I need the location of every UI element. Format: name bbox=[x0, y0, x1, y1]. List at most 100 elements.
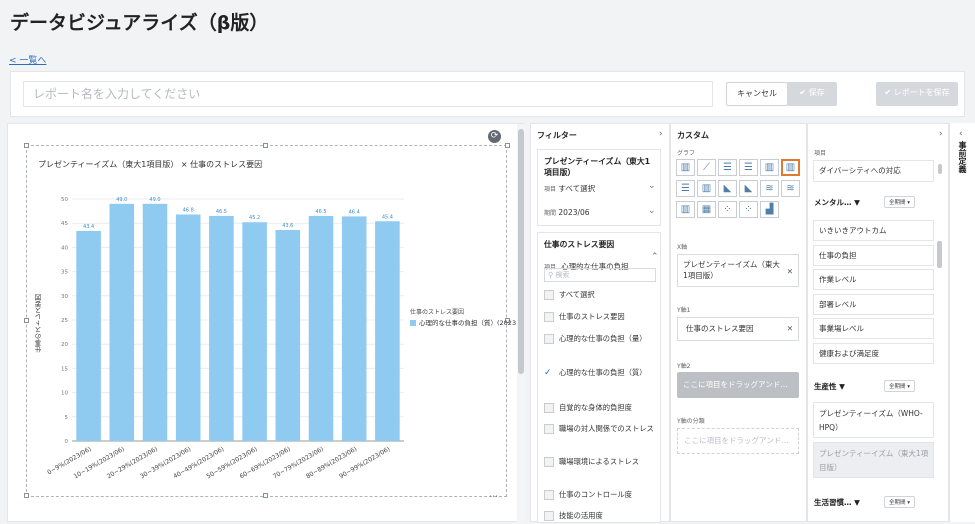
horizontal-bar-icon[interactable]: ☰ bbox=[718, 159, 737, 176]
heatmap-icon[interactable]: ▦ bbox=[697, 201, 716, 218]
group-label: 生活習慣… bbox=[814, 498, 852, 507]
item[interactable]: 仕事の負担 bbox=[813, 245, 934, 266]
filter-option[interactable]: 職場環境によるストレス bbox=[544, 456, 656, 468]
search-icon: ⚲ bbox=[548, 271, 554, 279]
save-button[interactable]: ✔ 保存 bbox=[787, 82, 837, 106]
group-mental-label[interactable]: メンタル… ▼ bbox=[814, 197, 860, 208]
item-selected[interactable]: プレゼンティーイズム（東大1項目版） bbox=[813, 442, 934, 478]
item[interactable]: 事業場レベル bbox=[813, 318, 934, 339]
close-icon[interactable]: ✕ bbox=[787, 318, 793, 340]
report-name-input[interactable]: レポート名を入力してください bbox=[23, 81, 713, 107]
period-select[interactable]: 全期間 ▾ bbox=[884, 496, 916, 508]
scroll-thumb[interactable] bbox=[938, 164, 942, 174]
y-tick-label: 15 bbox=[61, 366, 68, 372]
group-productivity-label[interactable]: 生産性 ▼ bbox=[814, 381, 845, 392]
stacked-column-icon[interactable]: ▥ bbox=[697, 180, 716, 197]
checkbox[interactable] bbox=[544, 424, 554, 434]
horizontal-bar-100-icon[interactable]: ☰ bbox=[676, 180, 695, 197]
item[interactable]: いきいきアウトカム bbox=[813, 220, 934, 241]
side-tab[interactable]: ‹ 事前定義 bbox=[949, 123, 975, 522]
chevron-up-icon[interactable]: ⌃ bbox=[651, 252, 659, 262]
combo-chart-icon[interactable]: ▟ bbox=[760, 201, 779, 218]
filter-option[interactable]: 心理的な仕事の負担（量） bbox=[544, 333, 656, 345]
custom-header: カスタム bbox=[677, 131, 709, 140]
filter-option[interactable]: ✓ 心理的な仕事の負担（質） bbox=[544, 367, 656, 379]
item[interactable]: 健康および満足度 bbox=[813, 343, 934, 364]
checkbox[interactable] bbox=[544, 334, 554, 344]
stacked-bar-icon[interactable]: ▥ bbox=[676, 159, 695, 176]
data-label: 43.4 bbox=[83, 224, 94, 230]
bar bbox=[242, 222, 267, 441]
y1-axis-field[interactable]: 仕事のストレス要因 ✕ bbox=[677, 317, 799, 341]
period-select[interactable]: 全期間 ▾ bbox=[884, 196, 916, 208]
check-icon[interactable]: ✓ bbox=[544, 367, 552, 379]
multi-bar-icon[interactable]: ▥ bbox=[676, 201, 695, 218]
filter-option[interactable]: 自覚的な身体的負担度 bbox=[544, 402, 656, 414]
area-chart-icon[interactable]: ◣ bbox=[718, 180, 737, 197]
stream-area-icon[interactable]: ≋ bbox=[781, 180, 800, 197]
option-label: 仕事のストレス要因 bbox=[559, 312, 625, 321]
chevron-left-icon[interactable]: ‹ bbox=[959, 129, 963, 139]
column-bar-icon[interactable]: ▥ bbox=[781, 159, 800, 176]
filter-period-select[interactable]: 期間 2023/06 bbox=[544, 208, 590, 217]
scatter-icon[interactable]: ⁘ bbox=[718, 201, 737, 218]
legend-label: 心理的な仕事の負担（質）(2023 bbox=[419, 319, 517, 327]
filter-search-input[interactable]: ⚲ 検索 bbox=[544, 268, 656, 282]
filter-item-select[interactable]: 項目 すべて選択 bbox=[544, 183, 595, 194]
y2-axis-dropzone[interactable]: ここに項目をドラッグアンド… bbox=[677, 372, 799, 398]
checkbox[interactable] bbox=[544, 312, 554, 322]
y-split-dropzone[interactable]: ここに項目をドラッグアンド… bbox=[677, 428, 799, 454]
group-lifestyle-label[interactable]: 生活習慣… ▼ bbox=[814, 497, 860, 508]
refresh-icon[interactable]: ⟳ bbox=[488, 130, 501, 143]
scroll-thumb[interactable] bbox=[937, 241, 942, 268]
back-to-list-link[interactable]: < 一覧へ bbox=[9, 53, 46, 66]
y-tick-label: 35 bbox=[61, 270, 68, 276]
wave-area-icon[interactable]: ≋ bbox=[760, 180, 779, 197]
save-report-button[interactable]: ✔ レポートを保存 bbox=[876, 82, 958, 106]
bubble-icon[interactable]: ⁘ bbox=[739, 201, 758, 218]
canvas-scroll-thumb[interactable] bbox=[518, 129, 524, 374]
horizontal-stacked-bar-icon[interactable]: ☰ bbox=[739, 159, 758, 176]
item[interactable]: プレゼンティーイズム（WHO-HPQ） bbox=[813, 402, 934, 438]
items-panel: › 項目 ダイバーシティへの対応 メンタル… ▼ 全期間 ▾ いきいきアウトカム… bbox=[807, 123, 949, 522]
option-label: すべて選択 bbox=[559, 290, 595, 299]
filter-option[interactable]: 仕事のコントロール度 bbox=[544, 489, 656, 501]
filter-option[interactable]: 職場の対人関係でのストレス bbox=[544, 423, 656, 435]
x-axis-value: プレゼンティーイズム（東大1項目版） bbox=[683, 260, 780, 280]
checkbox[interactable] bbox=[544, 511, 554, 521]
checkbox[interactable] bbox=[544, 403, 554, 413]
chevron-down-icon[interactable]: ⌄ bbox=[648, 206, 656, 216]
item[interactable]: 部署レベル bbox=[813, 294, 934, 315]
y-tick-label: 20 bbox=[61, 342, 68, 348]
close-icon[interactable]: ✕ bbox=[787, 266, 793, 277]
checkbox[interactable] bbox=[544, 457, 554, 467]
data-label: 46.5 bbox=[216, 209, 227, 215]
filter-option[interactable]: 技能の活用度 bbox=[544, 510, 656, 522]
chevron-right-icon[interactable]: › bbox=[659, 129, 663, 139]
option-label: 職場環境によるストレス bbox=[559, 457, 640, 466]
more-options-icon[interactable]: ⋯ bbox=[489, 492, 498, 502]
item[interactable]: 作業レベル bbox=[813, 269, 934, 290]
item-diversity[interactable]: ダイバーシティへの対応 bbox=[813, 160, 934, 182]
option-label: 心理的な仕事の負担（質） bbox=[559, 368, 647, 377]
bar bbox=[109, 203, 135, 441]
resize-handle[interactable] bbox=[505, 143, 510, 148]
filter-option[interactable]: すべて選択 bbox=[544, 289, 656, 301]
filter-header: フィルター bbox=[537, 131, 577, 140]
cancel-button[interactable]: キャンセル bbox=[726, 82, 788, 106]
x-axis-field[interactable]: プレゼンティーイズム（東大1項目版） ✕ bbox=[677, 254, 799, 287]
chevron-right-icon[interactable]: › bbox=[939, 129, 943, 139]
filter-option[interactable]: 仕事のストレス要因 bbox=[544, 311, 656, 323]
option-label: 仕事のコントロール度 bbox=[559, 490, 632, 499]
period-select[interactable]: 全期間 ▾ bbox=[884, 380, 916, 392]
grouped-bar-icon[interactable]: ▥ bbox=[760, 159, 779, 176]
bar bbox=[142, 203, 168, 441]
checkbox[interactable] bbox=[544, 290, 554, 300]
chevron-down-icon[interactable]: ⌄ bbox=[648, 181, 656, 191]
filter-panel: フィルター › プレゼンティーイズム（東大1項目版） 項目 すべて選択 ⌄ 期間… bbox=[530, 123, 670, 523]
line-chart-icon[interactable]: ⟋ bbox=[697, 159, 716, 176]
chart-type-grid: ▥ ⟋ ☰ ☰ ▥ ▥ ☰ ▥ ◣ ◣ ≋ ≋ ▥ ▦ ⁘ ⁘ ▟ bbox=[676, 159, 806, 229]
stacked-area-icon[interactable]: ◣ bbox=[739, 180, 758, 197]
group-label: メンタル… bbox=[814, 198, 852, 207]
checkbox[interactable] bbox=[544, 490, 554, 500]
